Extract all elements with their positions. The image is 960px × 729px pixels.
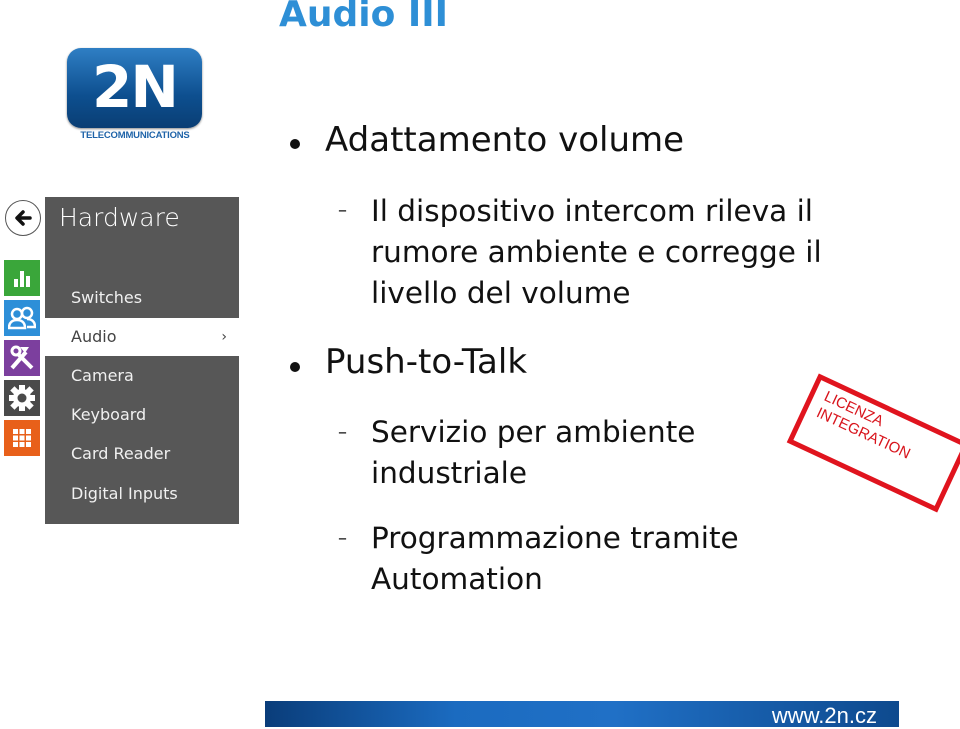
tools-tile[interactable] <box>4 340 40 376</box>
bullet-icon <box>290 362 300 372</box>
tools-icon <box>10 345 34 370</box>
status-tile[interactable] <box>4 260 40 296</box>
sub-bullet-line: Automation <box>371 562 543 596</box>
sub-bullet-line: livello del volume <box>371 276 631 310</box>
apps-tile[interactable] <box>4 420 40 456</box>
menu-item-label: Audio <box>71 327 117 346</box>
bullet-push-to-talk: Push-to-Talk <box>325 342 528 382</box>
sub-bullet-line: industriale <box>371 456 527 490</box>
menu-item-camera[interactable]: Camera <box>45 357 239 395</box>
logo-badge: 2N <box>67 48 202 128</box>
bar-chart-icon <box>14 271 30 287</box>
menu-item-switches[interactable]: Switches <box>45 279 239 317</box>
panel-title: Hardware <box>59 203 180 232</box>
slide-title: Audio III <box>279 0 449 35</box>
menu-item-digital-inputs[interactable]: Digital Inputs <box>45 475 239 513</box>
hardware-menu-panel: Hardware Switches Audio › Camera Keyboar… <box>45 197 239 524</box>
back-arrow-icon <box>15 210 32 226</box>
menu-item-audio[interactable]: Audio › <box>45 318 239 356</box>
dash-icon: – <box>338 422 347 443</box>
users-tile[interactable] <box>4 300 40 336</box>
logo-mark: 2N <box>92 53 179 121</box>
footer-url: www.2n.cz <box>771 703 877 728</box>
footer-bar: www.2n.cz <box>265 701 899 728</box>
bullet-adattamento-volume: Adattamento volume <box>325 120 685 160</box>
menu-item-card-reader[interactable]: Card Reader <box>45 435 239 473</box>
sub-bullet-line: rumore ambiente e corregge il <box>371 235 822 269</box>
sub-bullet-line: Il dispositivo intercom rileva il <box>371 194 813 228</box>
menu-item-keyboard[interactable]: Keyboard <box>45 396 239 434</box>
2n-logo: 2N TELECOMMUNICATIONS <box>67 48 203 144</box>
stamp-text: LICENZA INTEGRATION <box>813 388 920 463</box>
back-button[interactable] <box>5 200 41 236</box>
settings-tile[interactable] <box>4 380 40 416</box>
sub-bullet-line: Programmazione tramite <box>371 521 739 555</box>
dash-icon: – <box>338 200 347 221</box>
users-icon <box>8 306 36 330</box>
dash-icon: – <box>338 528 347 549</box>
logo-subtitle: TELECOMMUNICATIONS <box>80 130 190 141</box>
grid-icon <box>13 429 31 447</box>
bullet-icon <box>290 139 300 149</box>
license-stamp: LICENZA INTEGRATION <box>786 373 960 513</box>
gear-icon <box>9 385 35 411</box>
sub-bullet-line: Servizio per ambiente <box>371 415 696 449</box>
chevron-right-icon: › <box>221 329 227 345</box>
